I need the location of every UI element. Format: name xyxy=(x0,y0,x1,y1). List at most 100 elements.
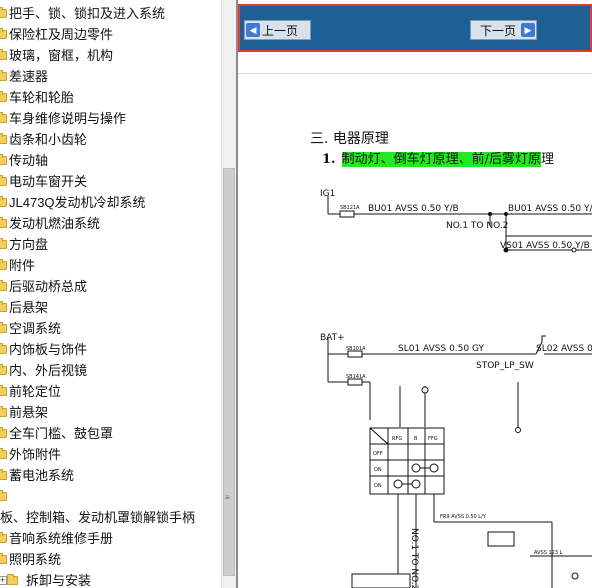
label-bu01-right: BU01 AVSS 0.50 Y/B xyxy=(508,204,592,214)
label-no1-to-no2: NO.1 TO NO.2 xyxy=(446,221,508,231)
tree-item[interactable]: 保险杠及周边零件 xyxy=(0,24,221,45)
tree-item[interactable]: 把手、锁、锁扣及进入系统 xyxy=(0,3,221,24)
tree-item-label: JL473Q发动机冷却系统 xyxy=(9,195,146,210)
tree-item-label: 方向盘 xyxy=(9,237,49,252)
tree-item[interactable]: 附件 xyxy=(0,255,221,276)
folder-icon xyxy=(0,469,7,480)
scrollbar-thumb[interactable] xyxy=(223,168,235,576)
tree-item-label: 前悬架 xyxy=(9,405,49,420)
tree-item[interactable]: 照明系统 xyxy=(0,549,221,570)
tree-scrollbar[interactable]: ≡ xyxy=(221,0,236,588)
folder-icon xyxy=(0,490,7,501)
label-vertical-no1-to-no2: NO.1 TO NO.2 xyxy=(409,528,419,588)
tree-item[interactable]: 车身维修说明与操作 xyxy=(0,108,221,129)
tree-item[interactable]: 板、控制箱、发动机罩锁解锁手柄 xyxy=(0,507,221,528)
tree-item[interactable]: 方向盘 xyxy=(0,234,221,255)
tree-item-label: 玻璃，窗框，机构 xyxy=(9,48,114,63)
tree-item[interactable]: 车轮和轮胎 xyxy=(0,87,221,108)
label-switch-col-3: FFG xyxy=(428,436,438,442)
label-wire-bottom: FR9 AVSS 0.50 L/Y xyxy=(440,514,487,520)
tree-item-label: 内饰板与饰件 xyxy=(9,342,88,357)
tree-item-label: 内、外后视镜 xyxy=(9,363,88,378)
tree-item[interactable]: 内饰板与饰件 xyxy=(0,339,221,360)
page-navigation-bar: ◀ 上一页 下一页 ▶ xyxy=(238,4,592,52)
folder-icon xyxy=(0,259,7,270)
subheading-number: 1. xyxy=(322,152,336,167)
tree-item[interactable]: 齿条和小齿轮 xyxy=(0,129,221,150)
tree-item[interactable]: 前轮定位 xyxy=(0,381,221,402)
folder-icon xyxy=(0,301,7,312)
tree-item[interactable]: 发动机燃油系统 xyxy=(0,213,221,234)
tree-item-label: 附件 xyxy=(9,258,36,273)
prev-page-label: 上一页 xyxy=(262,23,299,38)
folder-icon xyxy=(0,238,7,249)
section-subheading: 1. 制动灯、倒车灯原理、前/后雾灯原理 xyxy=(322,148,554,167)
folder-icon xyxy=(0,7,7,18)
tree-item[interactable]: 电动车窗开关 xyxy=(0,171,221,192)
tree-item[interactable]: 玻璃，窗框，机构 xyxy=(0,45,221,66)
tree-list: 把手、锁、锁扣及进入系统保险杠及周边零件玻璃，窗框，机构差速器车轮和轮胎车身维修… xyxy=(0,3,221,588)
tree-item[interactable]: 前悬架 xyxy=(0,402,221,423)
tree-item[interactable]: 全车门槛、鼓包罩 xyxy=(0,423,221,444)
label-vs01: VS01 AVSS 0.50 Y/B xyxy=(500,241,590,251)
tree-item[interactable]: 差速器 xyxy=(0,66,221,87)
folder-icon xyxy=(0,154,7,165)
tree-item-label: 把手、锁、锁扣及进入系统 xyxy=(9,6,166,21)
label-switch-row-2: ON xyxy=(374,467,382,473)
folder-icon xyxy=(0,532,7,543)
tree-item-label: 后悬架 xyxy=(9,300,49,315)
folder-icon xyxy=(0,196,7,207)
label-switch-col-1: RFG xyxy=(392,436,402,442)
folder-icon xyxy=(0,406,7,417)
tree-item[interactable]: 外饰附件 xyxy=(0,444,221,465)
tree-item-label: 后驱动桥总成 xyxy=(9,279,88,294)
section-heading: 三. 电器原理 xyxy=(310,131,389,147)
label-bat: BAT+ xyxy=(320,333,345,343)
label-wire-right: AVSS 123 L xyxy=(534,550,563,556)
label-switch-row-3: ON xyxy=(374,483,382,489)
tree-item[interactable]: JL473Q发动机冷却系统 xyxy=(0,192,221,213)
tree-item-label: 全车门槛、鼓包罩 xyxy=(9,426,114,441)
folder-icon xyxy=(0,28,7,39)
prev-page-button[interactable]: ◀ 上一页 xyxy=(244,20,311,40)
tree-item-label: 拆卸与安装 xyxy=(26,573,92,588)
folder-icon xyxy=(0,91,7,102)
folder-icon xyxy=(0,112,7,123)
tree-item-label: 传动轴 xyxy=(9,153,49,168)
label-sl01: SL01 AVSS 0.50 GY xyxy=(398,344,484,354)
arrow-left-icon: ◀ xyxy=(246,23,260,37)
tree-item-label: 电动车窗开关 xyxy=(9,174,88,189)
tree-item[interactable]: + 拆卸与安装 xyxy=(0,570,221,588)
tree-item[interactable]: 音响系统维修手册 xyxy=(0,528,221,549)
label-fuse-2: SB101A xyxy=(346,346,366,352)
tree-item[interactable]: 空调系统 xyxy=(0,318,221,339)
tree-item-label: 照明系统 xyxy=(9,552,62,567)
tree-item[interactable]: 内、外后视镜 xyxy=(0,360,221,381)
document-pane: ◀ 上一页 下一页 ▶ 三. 电器原理 1. 制动灯、倒车灯原理、前/后雾灯原理 xyxy=(238,0,592,588)
folder-icon xyxy=(0,280,7,291)
tree-item-label: 前轮定位 xyxy=(9,384,62,399)
tree-item-label: 发动机燃油系统 xyxy=(9,216,101,231)
tree-item[interactable]: 后悬架 xyxy=(0,297,221,318)
folder-icon xyxy=(0,70,7,81)
expand-toggle-icon[interactable]: + xyxy=(0,576,7,585)
tree-item[interactable] xyxy=(0,486,221,507)
navigation-tree: 把手、锁、锁扣及进入系统保险杠及周边零件玻璃，窗框，机构差速器车轮和轮胎车身维修… xyxy=(0,0,221,588)
folder-icon xyxy=(0,343,7,354)
folder-icon xyxy=(0,133,7,144)
folder-icon xyxy=(0,553,7,564)
tree-item-label: 板、控制箱、发动机罩锁解锁手柄 xyxy=(0,510,196,525)
folder-icon xyxy=(0,385,7,396)
document-toolbar-strip xyxy=(238,56,592,74)
label-stop-lp-sw: STOP_LP_SW xyxy=(476,361,534,371)
label-switch-row-1: OFF xyxy=(373,451,383,457)
tree-item-label: 车轮和轮胎 xyxy=(9,90,75,105)
arrow-right-icon: ▶ xyxy=(521,23,535,37)
tree-item-label: 齿条和小齿轮 xyxy=(9,132,88,147)
tree-item[interactable]: 传动轴 xyxy=(0,150,221,171)
next-page-button[interactable]: 下一页 ▶ xyxy=(470,20,537,40)
tree-item[interactable]: 后驱动桥总成 xyxy=(0,276,221,297)
scrollbar-grip-icon: ≡ xyxy=(225,493,230,502)
folder-icon xyxy=(0,49,7,60)
tree-item[interactable]: 蓄电池系统 xyxy=(0,465,221,486)
